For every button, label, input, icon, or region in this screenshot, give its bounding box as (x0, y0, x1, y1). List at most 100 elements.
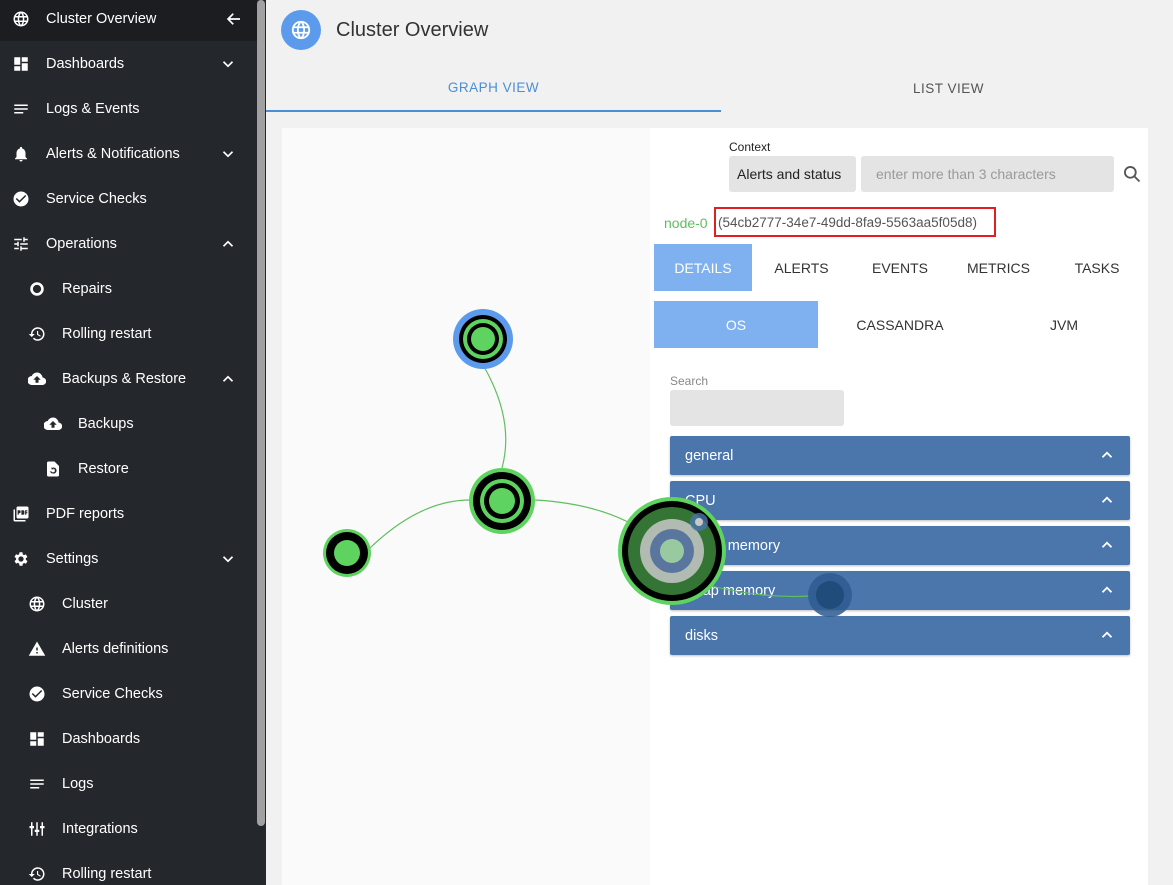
globe-icon (27, 594, 47, 614)
sidebar-item-label: Dashboards (46, 55, 125, 72)
search-label: Search (670, 374, 709, 388)
history-icon (27, 324, 47, 344)
check-circle-icon (27, 684, 47, 704)
tab-tasks[interactable]: TASKS (1048, 244, 1146, 291)
node-id: (54cb2777-34e7-49dd-8fa9-5563aa5f05d8) (714, 207, 996, 237)
cloud-upload-icon (27, 369, 47, 389)
lines-icon (11, 99, 31, 119)
sidebar-item-label: Service Checks (62, 685, 163, 702)
context-select[interactable]: Alerts and status (729, 156, 856, 192)
chevron-up-icon (218, 234, 238, 254)
sidebar-item-label: Cluster (62, 595, 108, 612)
sidebar-item-service-checks-settings[interactable]: Service Checks (0, 671, 257, 716)
sidebar-item-cluster-overview[interactable]: Cluster Overview (0, 0, 257, 41)
warning-icon (27, 639, 47, 659)
tab-alerts[interactable]: ALERTS (752, 244, 851, 291)
dashboard-icon (27, 729, 47, 749)
dashboard-icon (11, 54, 31, 74)
page-title: Cluster Overview (336, 19, 489, 41)
sidebar-item-backups[interactable]: Backups (0, 401, 257, 446)
sidebar-item-repairs[interactable]: Repairs (0, 266, 257, 311)
arrow-left-icon[interactable] (224, 9, 244, 29)
sidebar-item-integrations[interactable]: Integrations (0, 806, 257, 851)
gear-icon (11, 549, 31, 569)
sidebar-item-logs[interactable]: Logs (0, 761, 257, 806)
chevron-down-icon (218, 144, 238, 164)
sidebar-item-cluster[interactable]: Cluster (0, 581, 257, 626)
section-label: general (685, 447, 734, 464)
sidebar-item-dashboards[interactable]: Dashboards (0, 41, 257, 86)
sidebar-item-label: Integrations (62, 820, 138, 837)
tab-os[interactable]: OS (654, 301, 818, 348)
sidebar-item-restore[interactable]: Restore (0, 446, 257, 491)
chevron-up-icon (1098, 446, 1116, 464)
sidebar-item-backups-restore[interactable]: Backups & Restore (0, 356, 257, 401)
check-circle-icon (11, 189, 31, 209)
pdf-icon (11, 504, 31, 524)
section-label: virtual memory (685, 537, 781, 554)
bell-icon (11, 144, 31, 164)
view-tabs: GRAPH VIEW LIST VIEW (266, 64, 1173, 112)
tab-jvm[interactable]: JVM (982, 301, 1146, 348)
restore-file-icon (43, 459, 63, 479)
sidebar-item-label: Rolling restart (62, 865, 152, 882)
chevron-up-icon (1098, 581, 1116, 599)
sidebar-item-rolling-restart[interactable]: Rolling restart (0, 311, 257, 356)
section-general[interactable]: general (670, 436, 1130, 475)
globe-icon (281, 10, 321, 50)
sidebar-item-label: Alerts definitions (62, 640, 169, 657)
sidebar-item-label: Service Checks (46, 190, 147, 207)
section-swap-memory[interactable]: swap memory (670, 571, 1130, 610)
sidebar-item-label: Backups (78, 415, 134, 432)
sidebar-item-label: Logs & Events (46, 100, 140, 117)
sidebar-item-logs-events[interactable]: Logs & Events (0, 86, 257, 131)
section-virtual-memory[interactable]: virtual memory (670, 526, 1130, 565)
sidebar-item-dashboards-settings[interactable]: Dashboards (0, 716, 257, 761)
sidebar-item-label: Backups & Restore (62, 370, 187, 387)
sidebar-item-label: Logs (62, 775, 94, 792)
sidebar-item-label: Operations (46, 235, 117, 252)
sidebar-item-label: Restore (78, 460, 129, 477)
sidebar-item-label: Rolling restart (62, 325, 152, 342)
section-disks[interactable]: disks (670, 616, 1130, 655)
chevron-up-icon (218, 369, 238, 389)
sidebar-scrollbar[interactable] (257, 0, 265, 826)
node-name: node-0 (664, 215, 708, 231)
tab-cassandra[interactable]: CASSANDRA (818, 301, 982, 348)
context-label: Context (729, 140, 771, 154)
sidebar-item-label: Cluster Overview (46, 10, 157, 27)
metric-search-input[interactable] (670, 390, 844, 426)
sidebar-item-pdf-reports[interactable]: PDF reports (0, 491, 257, 536)
section-cpu[interactable]: CPU (670, 481, 1130, 520)
search-icon[interactable] (1120, 162, 1144, 186)
sidebar-item-label: Dashboards (62, 730, 141, 747)
sidebar-item-settings[interactable]: Settings (0, 536, 257, 581)
sidebar-item-label: PDF reports (46, 505, 125, 522)
integrations-icon (27, 819, 47, 839)
sidebar-item-operations[interactable]: Operations (0, 221, 257, 266)
history-icon (27, 864, 47, 884)
section-label: CPU (685, 492, 716, 509)
chevron-down-icon (218, 54, 238, 74)
context-search-input[interactable] (861, 156, 1114, 192)
tab-details[interactable]: DETAILS (654, 244, 752, 291)
cloud-upload-icon (43, 414, 63, 434)
sidebar-item-label: Alerts & Notifications (46, 145, 180, 162)
sidebar-item-alerts-definitions[interactable]: Alerts definitions (0, 626, 257, 671)
chevron-up-icon (1098, 491, 1116, 509)
tab-graph-view[interactable]: GRAPH VIEW (266, 64, 721, 112)
tab-events[interactable]: EVENTS (851, 244, 949, 291)
sidebar-item-rolling-restart-settings[interactable]: Rolling restart (0, 851, 257, 885)
tab-metrics[interactable]: METRICS (949, 244, 1048, 291)
sidebar-item-service-checks[interactable]: Service Checks (0, 176, 257, 221)
sidebar-item-label: Settings (46, 550, 99, 567)
topology-graph[interactable] (282, 128, 650, 885)
tab-list-view[interactable]: LIST VIEW (721, 64, 1173, 112)
chevron-down-icon (218, 549, 238, 569)
sidebar-item-label: Repairs (62, 280, 112, 297)
globe-icon (11, 9, 31, 29)
lines-icon (27, 774, 47, 794)
sidebar-item-alerts-notifications[interactable]: Alerts & Notifications (0, 131, 257, 176)
sliders-icon (11, 234, 31, 254)
ring-icon (27, 279, 47, 299)
